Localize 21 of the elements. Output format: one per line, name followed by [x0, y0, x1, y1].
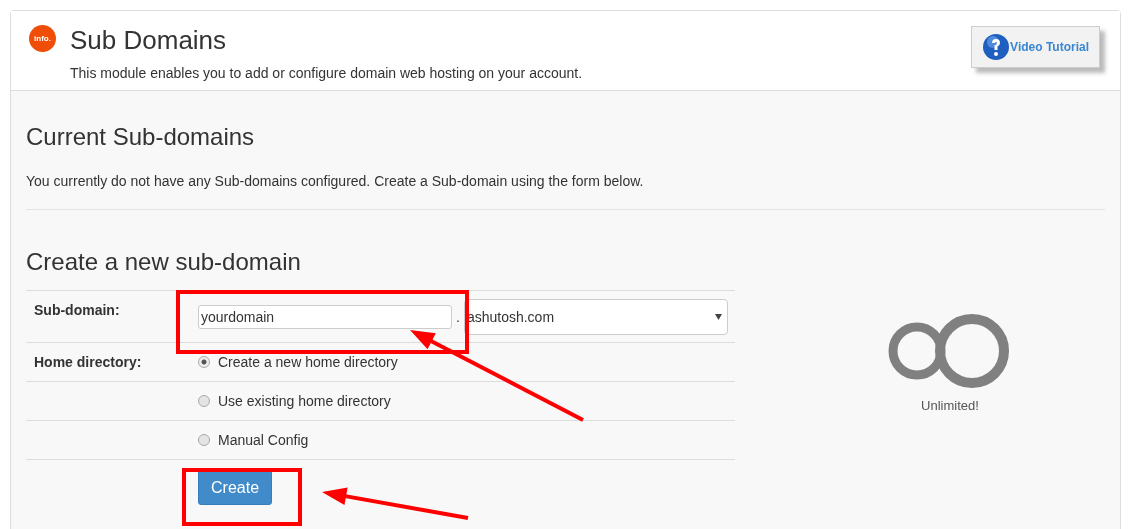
create-button[interactable]: Create [198, 470, 273, 505]
subdomain-field[interactable]: yourdomain [198, 304, 452, 329]
radio-label: Manual Config [218, 432, 309, 448]
section-heading: Create a new sub-domain [26, 248, 302, 276]
empty-message: You currently do not have any Sub-domains configured. Create a Sub-domain using the form below. [26, 173, 645, 189]
page-title: Sub Domains [70, 25, 228, 55]
help-icon [982, 33, 1011, 61]
radio-button[interactable] [198, 395, 210, 407]
field-label: Sub-domain: [34, 302, 120, 318]
page-description: This module enables you to add or configure domain web hosting on your account. [70, 65, 583, 81]
radio-button[interactable] [198, 434, 210, 446]
caret-icon [715, 313, 722, 320]
radio-label: Create a new home directory [218, 354, 398, 370]
quota-label: Unlimited! [921, 398, 979, 413]
field-label: Home directory: [34, 354, 142, 370]
separator-text: . [456, 308, 460, 325]
radio-button[interactable] [198, 356, 210, 368]
info-badge: info. [29, 25, 56, 52]
section-heading: Current Sub-domains [26, 123, 256, 151]
radio-label: Use existing home directory [218, 393, 391, 409]
domain-select[interactable]: ashutosh.com [463, 298, 728, 335]
